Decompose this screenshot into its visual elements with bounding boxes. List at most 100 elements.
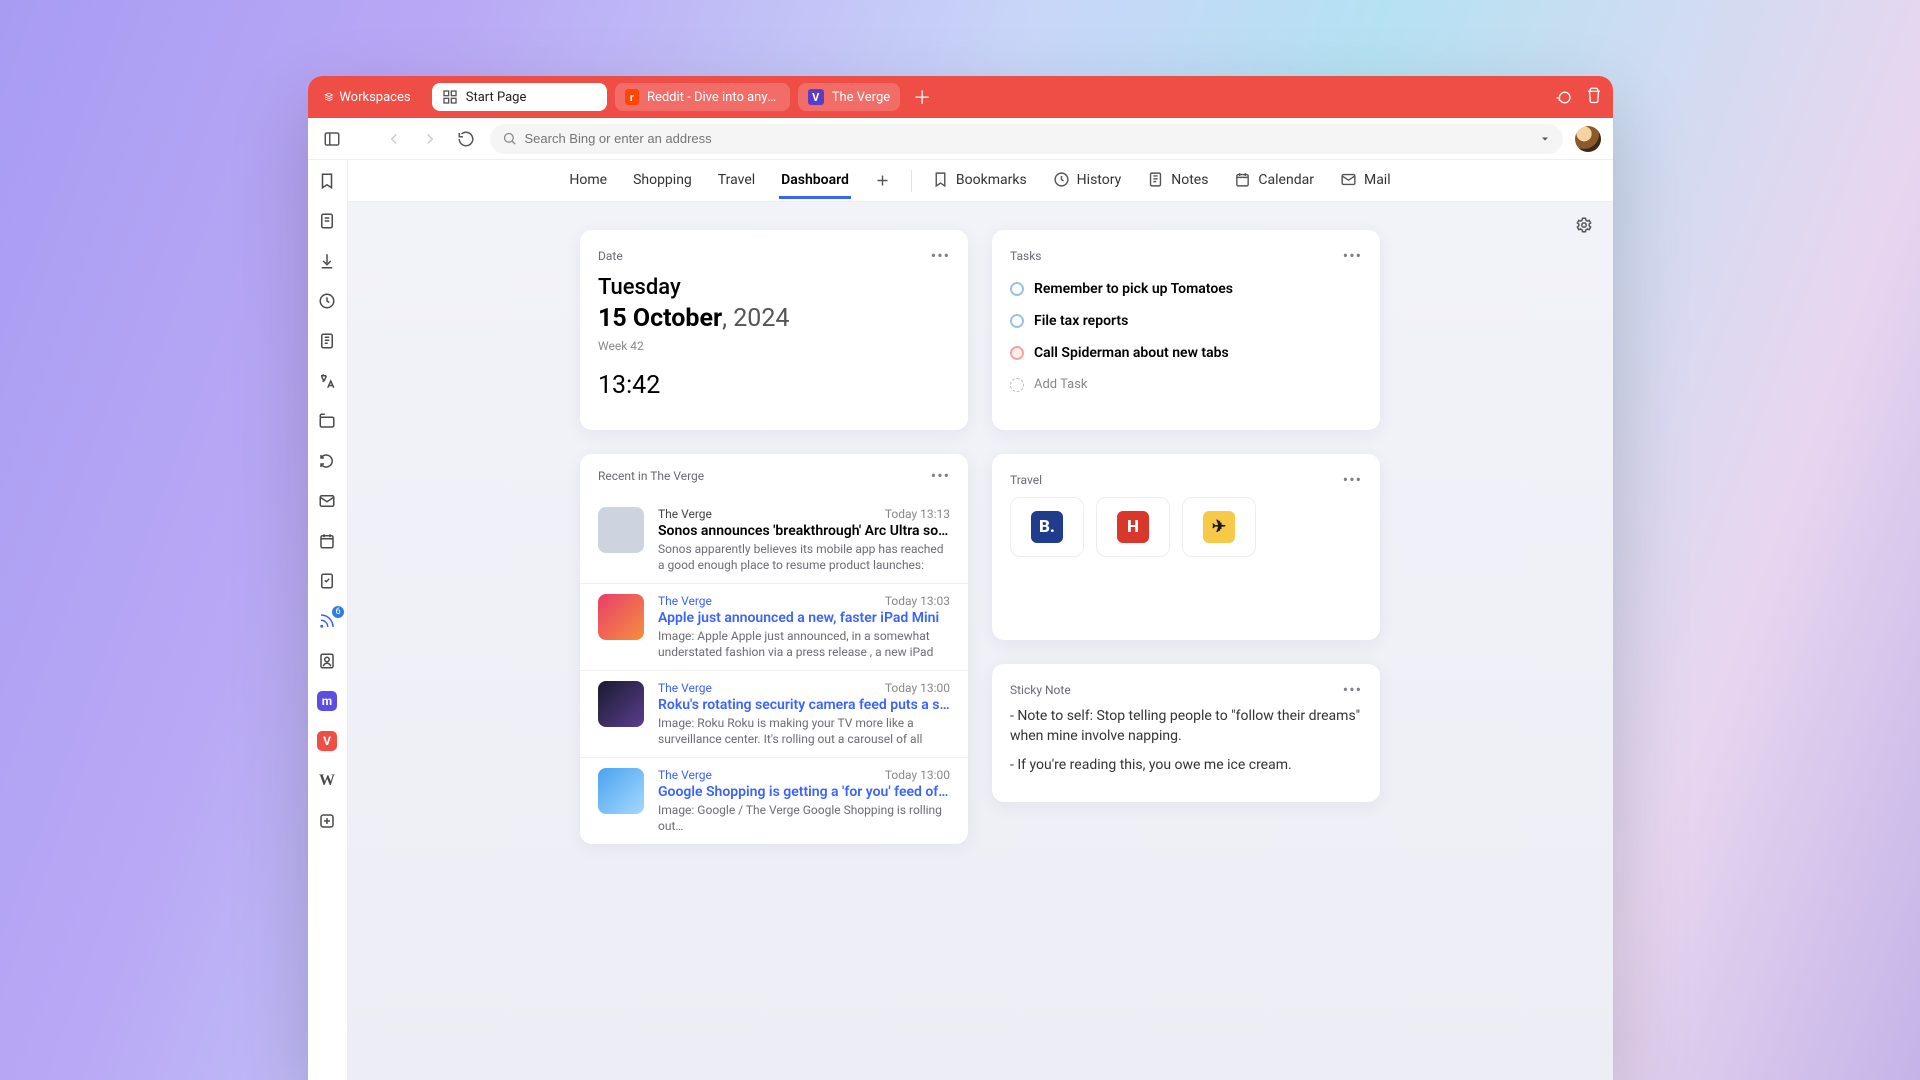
reload-button[interactable]	[454, 127, 478, 151]
widget-title: Date	[598, 249, 623, 263]
chevron-down-icon[interactable]	[1539, 133, 1551, 145]
page-tab-calendar[interactable]: Calendar	[1232, 162, 1316, 199]
add-page-tab-button[interactable]	[873, 171, 893, 191]
widget-menu-button[interactable]: •••	[931, 246, 950, 265]
feed-thumbnail	[598, 507, 644, 553]
date-time: 13:42	[598, 371, 950, 400]
tab-label: Reddit - Dive into anything	[647, 90, 780, 105]
address-input[interactable]	[525, 131, 1531, 146]
vivaldi-icon[interactable]: V	[316, 730, 338, 752]
feed-item[interactable]: The Verge Today 13:00 Roku's rotating secu…	[580, 670, 968, 757]
task-checkbox[interactable]	[1010, 314, 1024, 328]
translate-icon[interactable]	[316, 370, 338, 392]
task-item[interactable]: Call Spiderman about new tabs	[1010, 337, 1362, 369]
mail-icon[interactable]	[316, 490, 338, 512]
widget-title: Tasks	[1010, 249, 1042, 263]
workspaces-label: Workspaces	[339, 90, 410, 105]
travel-tile-hotels[interactable]: H	[1096, 497, 1170, 557]
feed-item[interactable]: The VergeToday 13:03Apple just announced…	[580, 583, 968, 670]
task-item[interactable]: Remember to pick up Tomatoes	[1010, 273, 1362, 305]
feed-source: The Verge	[658, 768, 712, 782]
sync-icon[interactable]	[1555, 86, 1573, 108]
widget-menu-button[interactable]: •••	[1343, 680, 1362, 699]
widget-menu-button[interactable]: •••	[1343, 470, 1362, 489]
feed-excerpt: Image: Roku Roku is making your TV more …	[658, 715, 950, 747]
forward-button[interactable]	[418, 127, 442, 151]
page-tab-bookmarks[interactable]: Bookmarks	[930, 162, 1029, 199]
tasks-icon[interactable]	[316, 570, 338, 592]
history-icon	[1053, 171, 1070, 188]
feed-item[interactable]: The VergeToday 13:13Sonos announces 'bre…	[580, 497, 968, 583]
tab-theverge[interactable]: V The Verge	[798, 83, 900, 111]
task-item[interactable]: File tax reports	[1010, 305, 1362, 337]
workspaces-icon	[324, 92, 334, 102]
new-tab-button[interactable]: ＋	[910, 85, 934, 109]
sticky-line[interactable]: - If you're reading this, you owe me ice…	[1010, 756, 1362, 776]
feed-timestamp: Today 13:13	[885, 507, 950, 521]
task-checkbox[interactable]	[1010, 282, 1024, 296]
feed-timestamp: Today 13:03	[885, 594, 950, 608]
verge-icon: V	[808, 89, 824, 105]
date-widget: Date ••• Tuesday 15 October, 2024 Week 4…	[580, 230, 968, 430]
feed-source: The Verge	[658, 681, 712, 695]
feed-widget: Recent in The Verge ••• The VergeToday 1…	[580, 454, 968, 844]
reddit-icon: r	[625, 89, 639, 105]
page-tab-mail[interactable]: Mail	[1338, 162, 1393, 199]
page-tab-home[interactable]: Home	[567, 163, 609, 199]
back-button[interactable]	[382, 127, 406, 151]
feed-headline: Roku's rotating security camera feed put…	[658, 697, 950, 713]
search-icon	[502, 131, 517, 146]
widgets-grid: Date ••• Tuesday 15 October, 2024 Week 4…	[580, 230, 1380, 844]
profile-avatar[interactable]	[1575, 126, 1601, 152]
window-icon[interactable]	[316, 410, 338, 432]
add-panel-button[interactable]	[316, 810, 338, 832]
tab-strip: Workspaces Start Page r Reddit - Dive in…	[308, 76, 1613, 118]
task-checkbox[interactable]	[1010, 346, 1024, 360]
add-task-button[interactable]: Add Task	[1010, 369, 1362, 400]
feed-timestamp: Today 13:00	[885, 681, 950, 695]
feed-timestamp: Today 13:00	[885, 768, 950, 782]
sticky-line[interactable]: - Note to self: Stop telling people to "…	[1010, 707, 1362, 746]
travel-tile-expedia[interactable]: ✈	[1182, 497, 1256, 557]
feed-headline: Google Shopping is getting a 'for you' f…	[658, 784, 950, 800]
bookmark-icon	[932, 171, 949, 188]
feed-excerpt: Image: Google / The Verge Google Shoppin…	[658, 802, 950, 834]
tab-start-page[interactable]: Start Page	[432, 83, 607, 111]
date-weekday: Tuesday	[598, 275, 950, 300]
contacts-icon[interactable]	[316, 650, 338, 672]
panel-toggle-icon[interactable]	[320, 127, 344, 151]
bookmarks-panel-icon[interactable]	[316, 170, 338, 192]
downloads-icon[interactable]	[316, 250, 338, 272]
workspaces-button[interactable]: Workspaces	[318, 86, 424, 109]
widget-menu-button[interactable]: •••	[1343, 246, 1362, 265]
page-tab-travel[interactable]: Travel	[716, 163, 757, 199]
address-bar-row	[308, 118, 1613, 160]
travel-tile-booking[interactable]: B.	[1010, 497, 1084, 557]
start-page-tabs: Home Shopping Travel Dashboard Bookmarks	[348, 160, 1613, 202]
widget-menu-button[interactable]: •••	[931, 466, 950, 485]
sessions-icon[interactable]	[316, 450, 338, 472]
address-bar[interactable]	[490, 124, 1563, 154]
wikipedia-icon[interactable]: W	[316, 770, 338, 792]
feed-thumbnail	[598, 594, 644, 640]
page-tab-history[interactable]: History	[1051, 162, 1124, 199]
date-week: Week 42	[598, 339, 950, 353]
widget-title: Travel	[1010, 473, 1042, 487]
task-label: Remember to pick up Tomatoes	[1034, 281, 1233, 297]
mastodon-icon[interactable]: m	[316, 690, 338, 712]
trash-icon[interactable]	[1585, 86, 1603, 108]
history-icon[interactable]	[316, 290, 338, 312]
tab-label: The Verge	[832, 90, 890, 105]
page-tab-dashboard[interactable]: Dashboard	[779, 163, 851, 199]
tab-reddit[interactable]: r Reddit - Dive into anything	[615, 83, 790, 111]
widget-title: Sticky Note	[1010, 683, 1071, 697]
feeds-icon[interactable]: 6	[316, 610, 338, 632]
page-tab-shopping[interactable]: Shopping	[631, 163, 694, 199]
notes-icon[interactable]	[316, 330, 338, 352]
dashboard-settings-button[interactable]	[1575, 216, 1593, 238]
reading-list-icon[interactable]	[316, 210, 338, 232]
feed-item[interactable]: The Verge Today 13:00 Google Shopping is g…	[580, 757, 968, 844]
calendar-icon	[1234, 171, 1251, 188]
calendar-icon[interactable]	[316, 530, 338, 552]
page-tab-notes[interactable]: Notes	[1145, 162, 1210, 199]
